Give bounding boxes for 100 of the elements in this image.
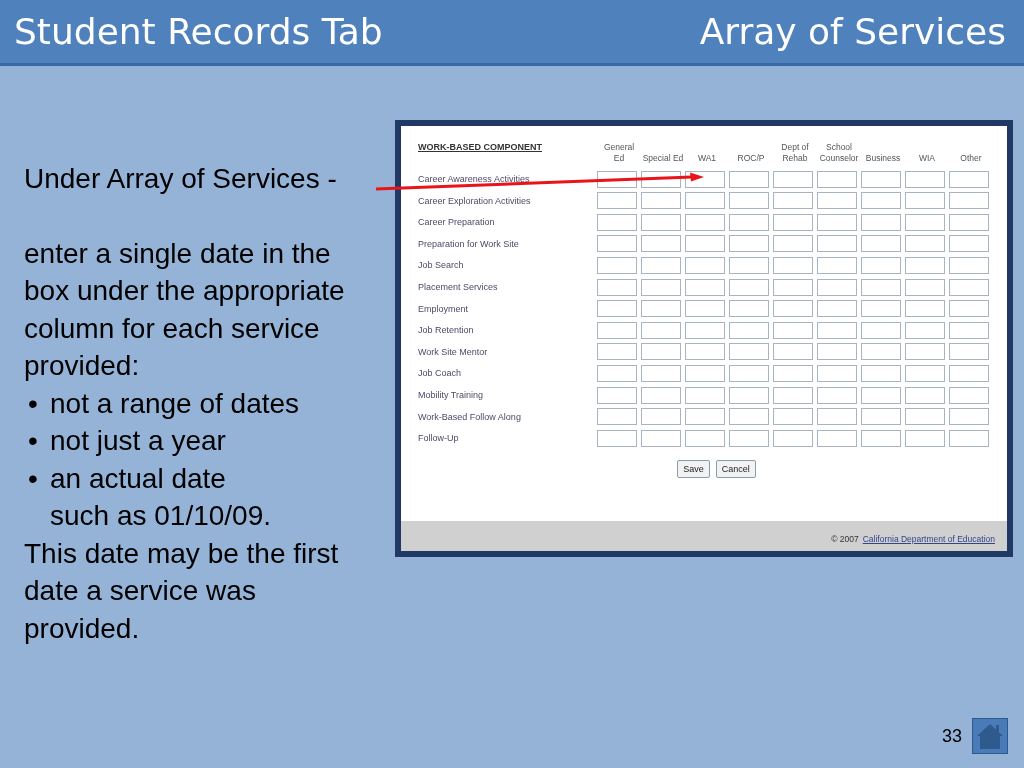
date-input[interactable] <box>905 300 945 318</box>
date-input[interactable] <box>773 170 813 188</box>
date-input[interactable] <box>729 192 769 210</box>
date-input[interactable] <box>861 278 901 296</box>
date-input[interactable] <box>729 408 769 426</box>
date-input[interactable] <box>861 429 901 447</box>
date-input[interactable] <box>641 235 681 253</box>
date-input[interactable] <box>773 408 813 426</box>
date-input[interactable] <box>905 364 945 382</box>
date-input[interactable] <box>773 386 813 404</box>
date-input[interactable] <box>905 429 945 447</box>
date-input[interactable] <box>641 343 681 361</box>
date-input[interactable] <box>949 300 989 318</box>
date-input[interactable] <box>597 343 637 361</box>
date-input[interactable] <box>949 429 989 447</box>
date-input[interactable] <box>597 256 637 274</box>
date-input[interactable] <box>949 256 989 274</box>
date-input[interactable] <box>685 386 725 404</box>
date-input[interactable] <box>817 321 857 339</box>
date-input[interactable] <box>905 408 945 426</box>
date-input[interactable] <box>685 192 725 210</box>
date-input[interactable] <box>949 170 989 188</box>
date-input[interactable] <box>817 386 857 404</box>
date-input[interactable] <box>817 235 857 253</box>
date-input[interactable] <box>641 386 681 404</box>
date-input[interactable] <box>773 321 813 339</box>
date-input[interactable] <box>685 300 725 318</box>
date-input[interactable] <box>905 386 945 404</box>
date-input[interactable] <box>729 300 769 318</box>
date-input[interactable] <box>817 364 857 382</box>
date-input[interactable] <box>905 170 945 188</box>
home-icon[interactable] <box>972 718 1008 754</box>
date-input[interactable] <box>861 213 901 231</box>
date-input[interactable] <box>817 408 857 426</box>
date-input[interactable] <box>773 300 813 318</box>
date-input[interactable] <box>597 192 637 210</box>
date-input[interactable] <box>905 256 945 274</box>
date-input[interactable] <box>817 343 857 361</box>
date-input[interactable] <box>597 429 637 447</box>
date-input[interactable] <box>729 235 769 253</box>
date-input[interactable] <box>905 278 945 296</box>
date-input[interactable] <box>685 278 725 296</box>
date-input[interactable] <box>773 278 813 296</box>
date-input[interactable] <box>949 278 989 296</box>
date-input[interactable] <box>861 170 901 188</box>
date-input[interactable] <box>949 235 989 253</box>
date-input[interactable] <box>817 170 857 188</box>
date-input[interactable] <box>597 408 637 426</box>
date-input[interactable] <box>729 213 769 231</box>
date-input[interactable] <box>773 235 813 253</box>
date-input[interactable] <box>773 213 813 231</box>
form-button[interactable]: Save <box>677 459 710 478</box>
date-input[interactable] <box>729 170 769 188</box>
date-input[interactable] <box>817 192 857 210</box>
date-input[interactable] <box>861 343 901 361</box>
date-input[interactable] <box>729 278 769 296</box>
footer-link[interactable]: California Department of Education <box>862 534 995 544</box>
date-input[interactable] <box>641 364 681 382</box>
date-input[interactable] <box>685 213 725 231</box>
date-input[interactable] <box>817 278 857 296</box>
date-input[interactable] <box>773 192 813 210</box>
date-input[interactable] <box>773 364 813 382</box>
date-input[interactable] <box>905 343 945 361</box>
date-input[interactable] <box>729 386 769 404</box>
date-input[interactable] <box>597 213 637 231</box>
date-input[interactable] <box>861 235 901 253</box>
date-input[interactable] <box>905 235 945 253</box>
date-input[interactable] <box>817 429 857 447</box>
date-input[interactable] <box>641 213 681 231</box>
date-input[interactable] <box>905 321 945 339</box>
date-input[interactable] <box>773 256 813 274</box>
date-input[interactable] <box>685 343 725 361</box>
date-input[interactable] <box>597 300 637 318</box>
date-input[interactable] <box>817 213 857 231</box>
date-input[interactable] <box>641 300 681 318</box>
date-input[interactable] <box>729 343 769 361</box>
date-input[interactable] <box>685 429 725 447</box>
date-input[interactable] <box>685 235 725 253</box>
date-input[interactable] <box>949 213 989 231</box>
date-input[interactable] <box>685 321 725 339</box>
date-input[interactable] <box>729 321 769 339</box>
date-input[interactable] <box>597 321 637 339</box>
date-input[interactable] <box>817 256 857 274</box>
date-input[interactable] <box>641 429 681 447</box>
form-button[interactable]: Cancel <box>715 459 756 478</box>
date-input[interactable] <box>861 364 901 382</box>
date-input[interactable] <box>949 192 989 210</box>
date-input[interactable] <box>641 256 681 274</box>
date-input[interactable] <box>729 364 769 382</box>
date-input[interactable] <box>861 321 901 339</box>
date-input[interactable] <box>949 386 989 404</box>
date-input[interactable] <box>685 256 725 274</box>
date-input[interactable] <box>685 364 725 382</box>
date-input[interactable] <box>641 408 681 426</box>
date-input[interactable] <box>861 256 901 274</box>
date-input[interactable] <box>597 235 637 253</box>
date-input[interactable] <box>861 300 901 318</box>
date-input[interactable] <box>729 429 769 447</box>
date-input[interactable] <box>773 429 813 447</box>
date-input[interactable] <box>773 343 813 361</box>
